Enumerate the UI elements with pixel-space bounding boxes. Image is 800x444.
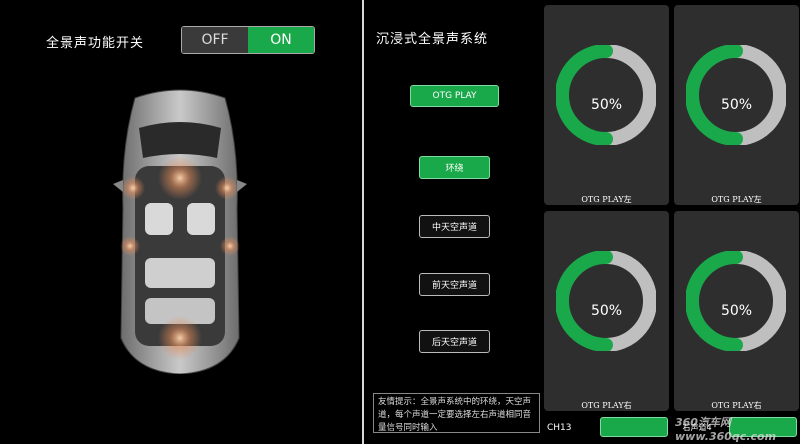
gauge-label: OTG PLAY左	[711, 195, 762, 204]
gauge-card: 50% OTG PLAY右	[544, 211, 669, 411]
gauge-ring	[556, 45, 656, 145]
channel-button-1[interactable]	[600, 417, 668, 437]
left-panel: 全景声功能开关 OFF ON	[0, 0, 362, 444]
gauge-percent: 50%	[590, 97, 623, 113]
gauge-card: 50% OTG PLAY左	[674, 5, 799, 205]
surround-switch-title: 全景声功能开关	[46, 36, 145, 51]
car-topview-image	[113, 89, 247, 374]
gauge-label: OTG PLAY右	[711, 401, 762, 410]
gauge-card: 50% OTG PLAY右	[674, 211, 799, 411]
toggle-off[interactable]: OFF	[182, 27, 248, 53]
gauge-ring	[686, 45, 786, 145]
watermark-logo: 360汽车网 www.360qc.com	[675, 416, 777, 443]
hint-text: 友情提示：全景声系统中的环绕，天空声道，每个声道一定要选择左右声道相同音量信号同…	[373, 393, 540, 433]
gauge-percent: 50%	[720, 97, 753, 113]
front-sky-channel-button[interactable]: 前天空声道	[419, 273, 490, 296]
toggle-on[interactable]: ON	[248, 27, 314, 53]
otg-play-button[interactable]: OTG PLAY	[410, 85, 499, 107]
immersive-system-title: 沉浸式全景声系统	[376, 32, 489, 47]
surround-button[interactable]: 环绕	[419, 156, 490, 179]
surround-toggle[interactable]: OFF ON	[181, 26, 315, 54]
rear-sky-channel-button[interactable]: 后天空声道	[419, 330, 490, 353]
gauge-card: 50% OTG PLAY左	[544, 5, 669, 205]
gauge-ring	[686, 251, 786, 351]
gauge-percent: 50%	[720, 303, 753, 319]
channel-label: CH13	[547, 423, 572, 433]
gauge-label: OTG PLAY右	[581, 401, 632, 410]
gauge-percent: 50%	[590, 303, 623, 319]
gauge-label: OTG PLAY左	[581, 195, 632, 204]
center-sky-channel-button[interactable]: 中天空声道	[419, 215, 490, 238]
gauge-ring	[556, 251, 656, 351]
